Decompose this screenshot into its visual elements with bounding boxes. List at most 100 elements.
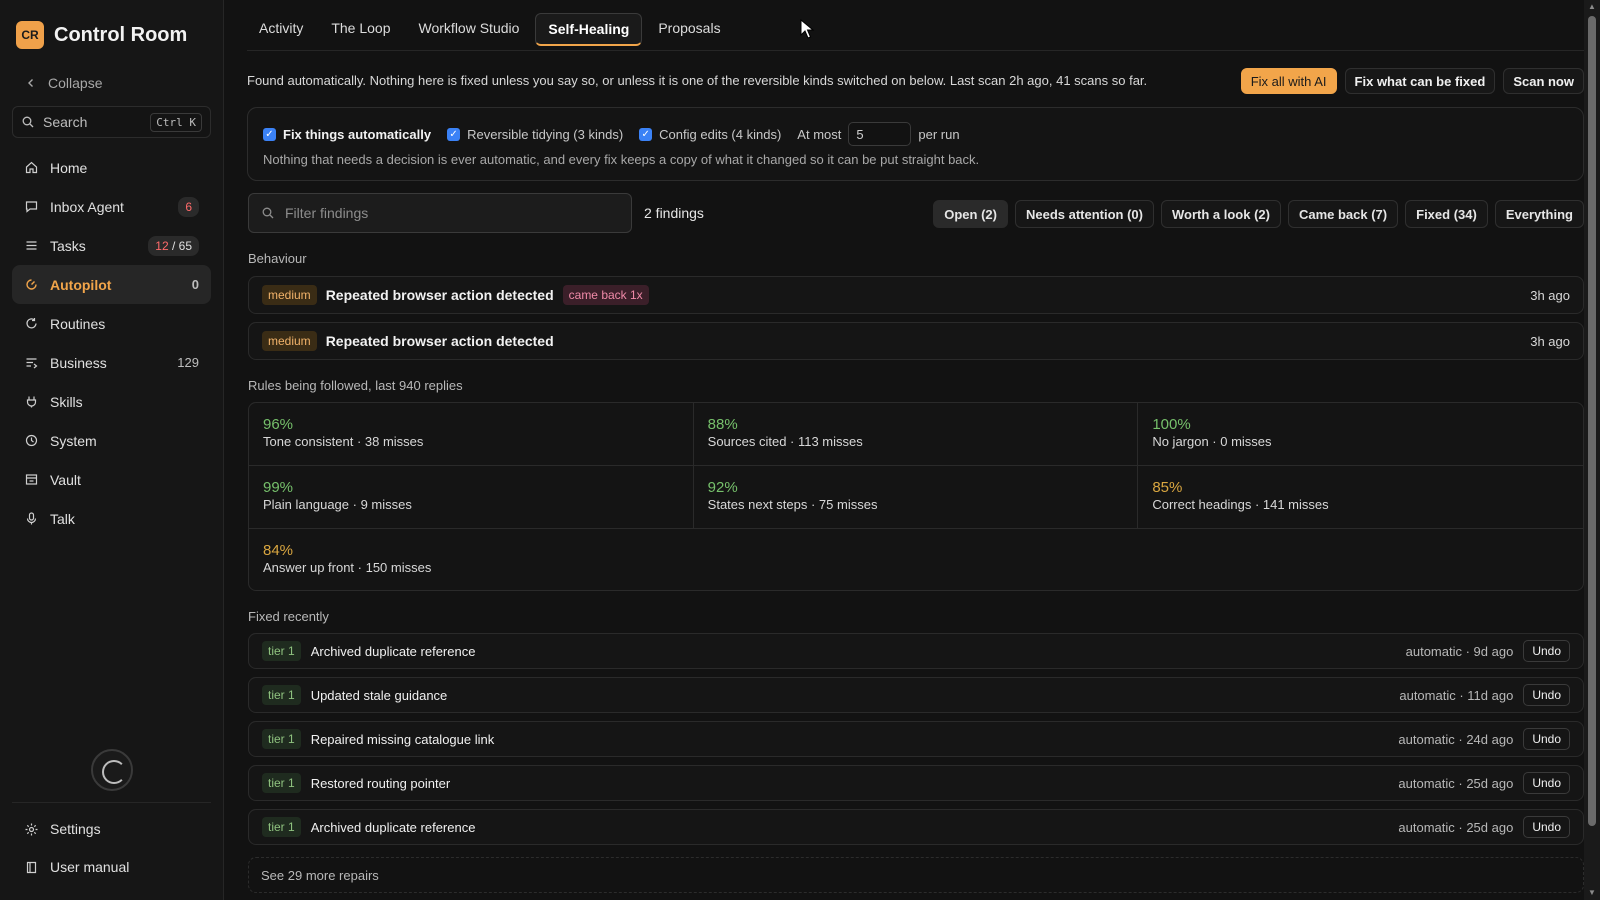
tier-badge: tier 1 (262, 641, 301, 661)
brand-logo: CR (16, 21, 44, 49)
scroll-thumb[interactable] (1588, 16, 1596, 826)
mic-icon (24, 512, 38, 526)
per-run-label: per run (918, 126, 960, 142)
scan-now-button[interactable]: Scan now (1503, 68, 1584, 94)
undo-button[interactable]: Undo (1523, 684, 1570, 706)
chip-worth-a-look[interactable]: Worth a look (2) (1160, 200, 1281, 228)
scan-info-text: Found automatically. Nothing here is fix… (247, 73, 1148, 88)
fix-meta: automatic · 11d ago (1399, 687, 1514, 703)
fixed-row: tier 1 Updated stale guidance automatic … (248, 677, 1584, 713)
autopilot-count: 0 (191, 277, 199, 292)
finding-title: Repeated browser action detected (325, 287, 554, 303)
undo-button[interactable]: Undo (1523, 640, 1570, 662)
fixed-heading: Fixed recently (248, 609, 329, 624)
tidying-checkbox[interactable]: ✓ Reversible tidying (3 kinds) (447, 127, 623, 142)
tasks-badge: 12 / 65 (148, 235, 199, 256)
sidebar-item-business[interactable]: Business 129 (12, 343, 211, 382)
fix-possible-button[interactable]: Fix what can be fixed (1344, 68, 1496, 94)
chip-open[interactable]: Open (2) (933, 200, 1008, 228)
see-more-repairs-link[interactable]: See 29 more repairs (248, 857, 1584, 893)
sidebar-item-label: Tasks (50, 237, 86, 254)
tab-activity[interactable]: Activity (247, 13, 315, 46)
tab-workflow-studio[interactable]: Workflow Studio (407, 13, 532, 46)
rule-description: Plain language · 9 misses (263, 497, 412, 512)
clock-icon (24, 434, 38, 448)
tab-self-healing[interactable]: Self-Healing (535, 13, 643, 46)
collapse-button[interactable]: Collapse (24, 75, 102, 91)
chip-came-back[interactable]: Came back (7) (1287, 200, 1399, 228)
sidebar-item-system[interactable]: System (12, 421, 211, 460)
finding-time: 3h ago (1530, 287, 1570, 303)
rule-card: 92% States next steps · 75 misses (693, 466, 1139, 529)
undo-button[interactable]: Undo (1523, 816, 1570, 838)
fix-title: Archived duplicate reference (310, 819, 476, 835)
auto-fix-options: ✓ Fix things automatically ✓ Reversible … (263, 122, 960, 146)
mouse-cursor-icon (800, 19, 815, 39)
sidebar-item-settings[interactable]: Settings (12, 810, 211, 848)
loading-spinner-icon (91, 749, 133, 791)
tab-proposals[interactable]: Proposals (646, 13, 732, 46)
rule-percent: 88% (707, 416, 738, 433)
finding-title: Repeated browser action detected (325, 333, 554, 349)
sidebar-item-talk[interactable]: Talk (12, 499, 211, 538)
at-most-control: At most 5 per run (797, 122, 960, 146)
max-per-run-input[interactable]: 5 (848, 122, 912, 146)
tab-the-loop[interactable]: The Loop (319, 13, 402, 46)
severity-badge: medium (262, 285, 317, 305)
rule-description: Answer up front · 150 misses (263, 560, 432, 575)
checkmark-icon: ✓ (263, 127, 276, 141)
filter-placeholder: Filter findings (285, 205, 369, 221)
scrollbar[interactable]: ▲ ▼ (1584, 0, 1600, 900)
rule-description: Tone consistent · 38 misses (263, 434, 424, 449)
rule-description: States next steps · 75 misses (707, 497, 878, 512)
sidebar-item-tasks[interactable]: Tasks 12 / 65 (12, 226, 211, 265)
fixed-row: tier 1 Restored routing pointer automati… (248, 765, 1584, 801)
finding-row[interactable]: medium Repeated browser action detected … (248, 322, 1584, 360)
rule-card: 88% Sources cited · 113 misses (693, 403, 1139, 466)
sidebar-search[interactable]: Search Ctrl K (12, 106, 211, 138)
refresh-icon (24, 317, 38, 331)
main-content: Activity The Loop Workflow Studio Self-H… (224, 0, 1584, 900)
sidebar-item-inbox-agent[interactable]: Inbox Agent 6 (12, 187, 211, 226)
rule-description: Sources cited · 113 misses (707, 434, 863, 449)
fix-all-ai-button[interactable]: Fix all with AI (1240, 68, 1337, 94)
tier-badge: tier 1 (262, 685, 301, 705)
config-edits-checkbox[interactable]: ✓ Config edits (4 kinds) (639, 127, 781, 142)
sidebar-item-vault[interactable]: Vault (12, 460, 211, 499)
tier-badge: tier 1 (262, 729, 301, 749)
rule-card: 99% Plain language · 9 misses (249, 466, 694, 529)
finding-row[interactable]: medium Repeated browser action detected … (248, 276, 1584, 314)
sidebar: CR Control Room Collapse Search Ctrl K H… (0, 0, 224, 900)
sidebar-item-skills[interactable]: Skills (12, 382, 211, 421)
sidebar-item-label: Talk (50, 510, 75, 527)
inbox-icon (24, 200, 38, 214)
rule-card: 85% Correct headings · 141 misses (1138, 466, 1583, 529)
autopilot-icon (24, 278, 38, 292)
vault-icon (24, 473, 38, 487)
sidebar-item-label: Vault (50, 471, 81, 488)
chip-everything[interactable]: Everything (1494, 200, 1584, 228)
undo-button[interactable]: Undo (1523, 772, 1570, 794)
sidebar-item-label: Business (50, 354, 107, 371)
scroll-up-icon[interactable]: ▲ (1587, 3, 1597, 11)
sidebar-item-user-manual[interactable]: User manual (12, 848, 211, 886)
sidebar-item-routines[interactable]: Routines (12, 304, 211, 343)
fix-auto-checkbox[interactable]: ✓ Fix things automatically (263, 127, 431, 142)
fix-title: Repaired missing catalogue link (310, 731, 495, 747)
chip-fixed[interactable]: Fixed (34) (1405, 200, 1488, 228)
chip-needs-attention[interactable]: Needs attention (0) (1014, 200, 1154, 228)
rule-percent: 99% (263, 479, 294, 496)
sidebar-item-home[interactable]: Home (12, 148, 211, 187)
undo-button[interactable]: Undo (1523, 728, 1570, 750)
fix-title: Restored routing pointer (310, 775, 451, 791)
behaviour-heading: Behaviour (248, 251, 307, 266)
filter-findings-input[interactable]: Filter findings (248, 193, 632, 233)
severity-badge: medium (262, 331, 317, 351)
checkmark-icon: ✓ (639, 127, 653, 141)
home-icon (24, 161, 38, 175)
rules-grid: 96% Tone consistent · 38 misses 88% Source… (248, 402, 1584, 591)
brand[interactable]: CR Control Room (16, 21, 187, 49)
sidebar-item-autopilot[interactable]: Autopilot 0 (12, 265, 211, 304)
search-icon (21, 115, 35, 129)
scroll-down-icon[interactable]: ▼ (1587, 889, 1597, 897)
